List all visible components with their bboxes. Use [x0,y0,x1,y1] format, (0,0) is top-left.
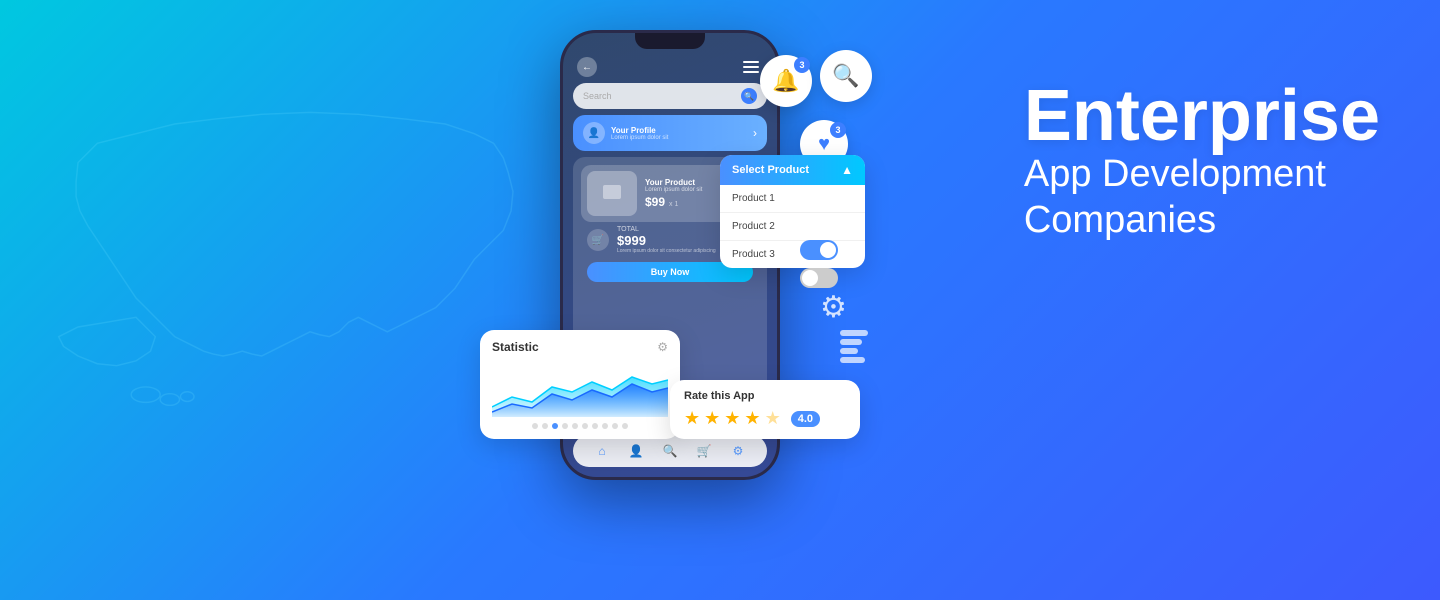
star-4[interactable]: ★ [744,408,760,429]
product-name: Your Product [645,178,702,187]
profile-left: 👤 Your Profile Lorem ipsum dolor sit [583,122,668,144]
product-price: $99 [645,195,665,209]
list-icon [840,330,868,363]
home-icon: ⌂ [594,443,610,459]
star-2[interactable]: ★ [704,408,720,429]
stat-dot-8 [602,423,608,429]
back-icon: ← [577,57,597,77]
gear-float-icon: ⚙ [820,290,847,325]
profile-name: Your Profile [611,126,668,135]
phone-notch [635,33,705,49]
heart-icon: ♥ [818,133,830,156]
background: ← Search 🔍 👤 Your Profile [0,0,1440,600]
avatar: 👤 [583,122,605,144]
stat-dots [492,423,668,429]
enterprise-text-block: Enterprise App Development Companies [1024,80,1380,243]
product-option-3[interactable]: Product 3 [720,241,865,268]
star-3[interactable]: ★ [724,408,740,429]
stat-dot-5 [572,423,578,429]
bell-icon: 🔔 [772,68,799,94]
search-icon: 🔍 [741,88,757,104]
product-qty: x 1 [669,201,678,208]
profile-info: Your Profile Lorem ipsum dolor sit [611,126,668,141]
enterprise-subtitle-line2: Companies [1024,198,1380,244]
phone-header: ← [573,57,767,77]
bottom-nav: ⌂ 👤 🔍 🛒 ⚙ [573,435,767,467]
select-product-card: Select Product ▲ Product 1 Product 2 Pro… [720,155,865,268]
total-info: TOTAL $999 Lorem ipsum dolor sit consect… [617,226,716,254]
list-row-3 [840,348,868,354]
list-row-2 [840,339,868,345]
product-details: Your Product Lorem ipsum dolor sit $99 x… [645,178,702,209]
star-5[interactable]: ★ [765,408,781,429]
bell-badge: 3 [794,57,810,73]
product-option-1[interactable]: Product 1 [720,185,865,213]
statistic-card: Statistic ⚙ [480,330,680,439]
stat-dot-9 [612,423,618,429]
stat-dot-2 [542,423,548,429]
rate-title: Rate this App [684,390,846,402]
product-desc: Lorem ipsum dolor sit [645,187,702,193]
search-bubble-icon: 🔍 [832,63,859,89]
profile-row: 👤 Your Profile Lorem ipsum dolor sit › [573,115,767,151]
search-bar: Search 🔍 [573,83,767,109]
product-option-2[interactable]: Product 2 [720,213,865,241]
toggle-knob-1 [820,242,836,258]
list-row-4 [840,357,868,363]
rate-score: 4.0 [791,411,820,427]
rate-stars: ★ ★ ★ ★ ★ 4.0 [684,408,846,429]
list-row-1 [840,330,868,336]
stat-dot-1 [532,423,538,429]
stat-title: Statistic [492,340,539,354]
heart-badge: 3 [830,122,846,138]
stat-gear-icon: ⚙ [657,340,668,354]
stat-dot-3 [552,423,558,429]
stat-dot-6 [582,423,588,429]
settings-nav-icon: ⚙ [730,443,746,459]
search-bubble[interactable]: 🔍 [820,50,872,102]
cart-nav-icon: 🛒 [696,443,712,459]
list-bar [840,339,862,345]
stat-dot-10 [622,423,628,429]
list-bar [840,330,868,336]
notification-bell[interactable]: 🔔 3 [760,55,812,107]
product-image [587,171,637,216]
enterprise-title: Enterprise [1024,80,1380,152]
toggle-container [800,240,838,288]
stat-header: Statistic ⚙ [492,340,668,354]
list-bar [840,348,858,354]
select-product-header: Select Product ▲ [720,155,865,185]
rate-app-card: Rate this App ★ ★ ★ ★ ★ 4.0 [670,380,860,439]
search-nav-icon: 🔍 [662,443,678,459]
toggle-2[interactable] [800,268,838,288]
total-desc: Lorem ipsum dolor sit consectetur adipis… [617,248,716,254]
list-bar [840,357,865,363]
total-price: $999 [617,233,716,248]
total-label: TOTAL [617,226,716,233]
select-product-title: Select Product [732,164,809,176]
toggle-1[interactable] [800,240,838,260]
chevron-right-icon: › [753,126,757,140]
toggle-knob-2 [802,270,818,286]
enterprise-subtitle-line1: App Development [1024,152,1380,198]
select-product-icon: ▲ [841,163,853,177]
stat-dot-4 [562,423,568,429]
stat-dot-7 [592,423,598,429]
star-1[interactable]: ★ [684,408,700,429]
search-placeholder: Search [583,91,612,101]
cart-icon: 🛒 [587,229,609,251]
stat-chart [492,362,668,417]
profile-nav-icon: 👤 [628,443,644,459]
profile-subtitle: Lorem ipsum dolor sit [611,135,668,141]
